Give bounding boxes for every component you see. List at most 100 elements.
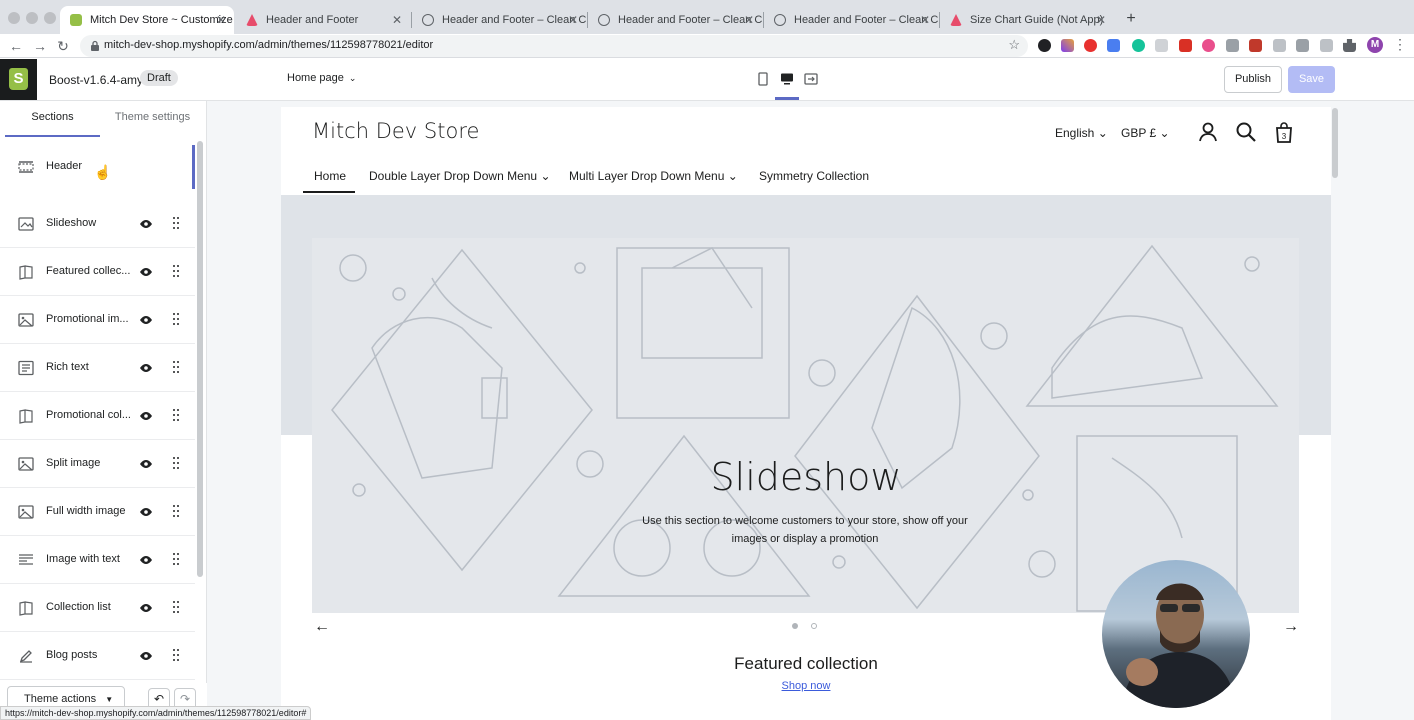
puzzle-icon[interactable] (1343, 39, 1356, 52)
extension-icon[interactable] (1084, 39, 1097, 52)
image-icon (18, 313, 34, 327)
browser-tab-size-chart[interactable]: Size Chart Guide (Not App) ✕ (940, 6, 1114, 34)
browser-tab-customize[interactable]: Mitch Dev Store ~ Customize ✕ (60, 6, 234, 34)
nav-double-layer[interactable]: Double Layer Drop Down Menu ⌄ (369, 169, 551, 183)
maximize-window-icon[interactable] (44, 12, 56, 24)
tab-sections[interactable]: Sections (5, 101, 100, 137)
eye-icon[interactable] (139, 409, 153, 423)
eye-icon[interactable] (139, 361, 153, 375)
close-tab-icon[interactable]: ✕ (744, 6, 754, 34)
extension-icon[interactable] (1038, 39, 1051, 52)
cart-icon[interactable]: 3 (1273, 121, 1295, 143)
close-tab-icon[interactable]: ✕ (920, 6, 930, 34)
section-item-blog-posts[interactable]: Blog posts (0, 632, 195, 680)
page-selector[interactable]: Home page ⌄ (287, 72, 356, 84)
browser-tab-header-footer[interactable]: Header and Footer ✕ (236, 6, 410, 34)
eye-icon[interactable] (139, 601, 153, 615)
browser-tab-clean-can-3[interactable]: Header and Footer – Clean Can ✕ (764, 6, 938, 34)
tab-theme-settings[interactable]: Theme settings (105, 101, 200, 137)
drag-handle-icon[interactable] (172, 456, 180, 470)
search-icon[interactable] (1235, 121, 1257, 143)
slide-dot-1[interactable] (792, 623, 798, 629)
shopify-bag-icon: S (9, 68, 28, 90)
extension-icon[interactable] (1296, 39, 1309, 52)
prev-slide-arrow-icon[interactable]: ← (314, 618, 330, 636)
publish-button[interactable]: Publish (1224, 66, 1282, 93)
extension-icon[interactable] (1179, 39, 1192, 52)
drag-handle-icon[interactable] (172, 552, 180, 566)
eye-icon[interactable] (139, 313, 153, 327)
address-bar[interactable]: mitch-dev-shop.myshopify.com/admin/theme… (80, 35, 1028, 57)
eye-icon[interactable] (139, 457, 153, 471)
language-selector[interactable]: English ⌄ (1055, 126, 1108, 140)
drag-handle-icon[interactable] (172, 504, 180, 518)
extension-icon[interactable] (1249, 39, 1262, 52)
sidebar-scrollbar[interactable] (197, 141, 203, 577)
save-button[interactable]: Save (1288, 66, 1335, 93)
eye-icon[interactable] (139, 649, 153, 663)
section-item-split-image[interactable]: Split image (0, 440, 195, 488)
section-label: Image with text (46, 553, 120, 565)
slide-dot-2[interactable] (811, 623, 817, 629)
extension-icon[interactable] (1273, 39, 1286, 52)
nav-label: Multi Layer Drop Down Menu (569, 169, 725, 183)
extension-icon[interactable] (1155, 39, 1168, 52)
section-item-featured-collection[interactable]: Featured collec... (0, 248, 195, 296)
fullscreen-view-icon[interactable] (804, 72, 818, 86)
eye-icon[interactable] (139, 265, 153, 279)
currency-selector[interactable]: GBP £ ⌄ (1121, 126, 1170, 140)
drag-handle-icon[interactable] (172, 408, 180, 422)
placeholder-illustration (331, 244, 1279, 612)
mobile-view-icon[interactable] (756, 72, 770, 86)
forward-arrow-icon[interactable]: → (31, 37, 49, 55)
drag-handle-icon[interactable] (172, 600, 180, 614)
new-tab-button[interactable]: + (1121, 9, 1141, 29)
extension-icon[interactable] (1061, 39, 1074, 52)
drag-handle-icon[interactable] (172, 360, 180, 374)
section-item-collection-list[interactable]: Collection list (0, 584, 195, 632)
desktop-view-icon[interactable] (780, 72, 794, 86)
eye-icon[interactable] (139, 553, 153, 567)
store-name[interactable]: Mitch Dev Store (312, 119, 479, 143)
nav-multi-layer[interactable]: Multi Layer Drop Down Menu ⌄ (569, 169, 738, 183)
back-arrow-icon[interactable]: ← (7, 37, 25, 55)
section-item-image-with-text[interactable]: Image with text (0, 536, 195, 584)
section-item-full-width-image[interactable]: Full width image (0, 488, 195, 536)
browser-menu-icon[interactable]: ⋮ (1393, 36, 1407, 53)
eye-icon[interactable] (139, 217, 153, 231)
extension-icon[interactable] (1132, 39, 1145, 52)
account-icon[interactable] (1197, 121, 1219, 143)
browser-tab-clean-can-2[interactable]: Header and Footer – Clean Can ✕ (588, 6, 762, 34)
drag-handle-icon[interactable] (172, 312, 180, 326)
extension-icon[interactable] (1107, 39, 1120, 52)
extension-icon[interactable] (1202, 39, 1215, 52)
slideshow-placeholder-image[interactable] (312, 238, 1299, 613)
drag-handle-icon[interactable] (172, 264, 180, 278)
close-tab-icon[interactable]: ✕ (568, 6, 578, 34)
preview-scrollbar[interactable] (1332, 108, 1338, 178)
section-item-slideshow[interactable]: Slideshow (0, 200, 195, 248)
shopify-logo[interactable]: S (0, 59, 37, 100)
eye-icon[interactable] (139, 505, 153, 519)
next-slide-arrow-icon[interactable]: → (1283, 618, 1299, 636)
nav-home[interactable]: Home (314, 169, 346, 183)
chevron-down-icon: ⌄ (727, 169, 738, 183)
section-item-promotional-image[interactable]: Promotional im... (0, 296, 195, 344)
drag-handle-icon[interactable] (172, 648, 180, 662)
close-window-icon[interactable] (8, 12, 20, 24)
minimize-window-icon[interactable] (26, 12, 38, 24)
nav-symmetry-collection[interactable]: Symmetry Collection (759, 169, 869, 183)
section-item-rich-text[interactable]: Rich text (0, 344, 195, 392)
drag-handle-icon[interactable] (172, 216, 180, 230)
close-tab-icon[interactable]: ✕ (1096, 6, 1106, 34)
close-tab-icon[interactable]: ✕ (392, 6, 402, 34)
browser-tab-clean-can-1[interactable]: Header and Footer – Clean Can ✕ (412, 6, 586, 34)
section-item-promotional-collection[interactable]: Promotional col... (0, 392, 195, 440)
extension-icon[interactable] (1226, 39, 1239, 52)
reload-icon[interactable]: ↻ (54, 37, 72, 55)
profile-avatar[interactable]: M (1367, 37, 1383, 53)
close-tab-icon[interactable]: ✕ (216, 6, 226, 34)
extension-icon[interactable] (1320, 39, 1333, 52)
bookmark-star-icon[interactable]: ☆ (1008, 37, 1020, 53)
chevron-down-icon: ⌄ (1097, 126, 1108, 140)
